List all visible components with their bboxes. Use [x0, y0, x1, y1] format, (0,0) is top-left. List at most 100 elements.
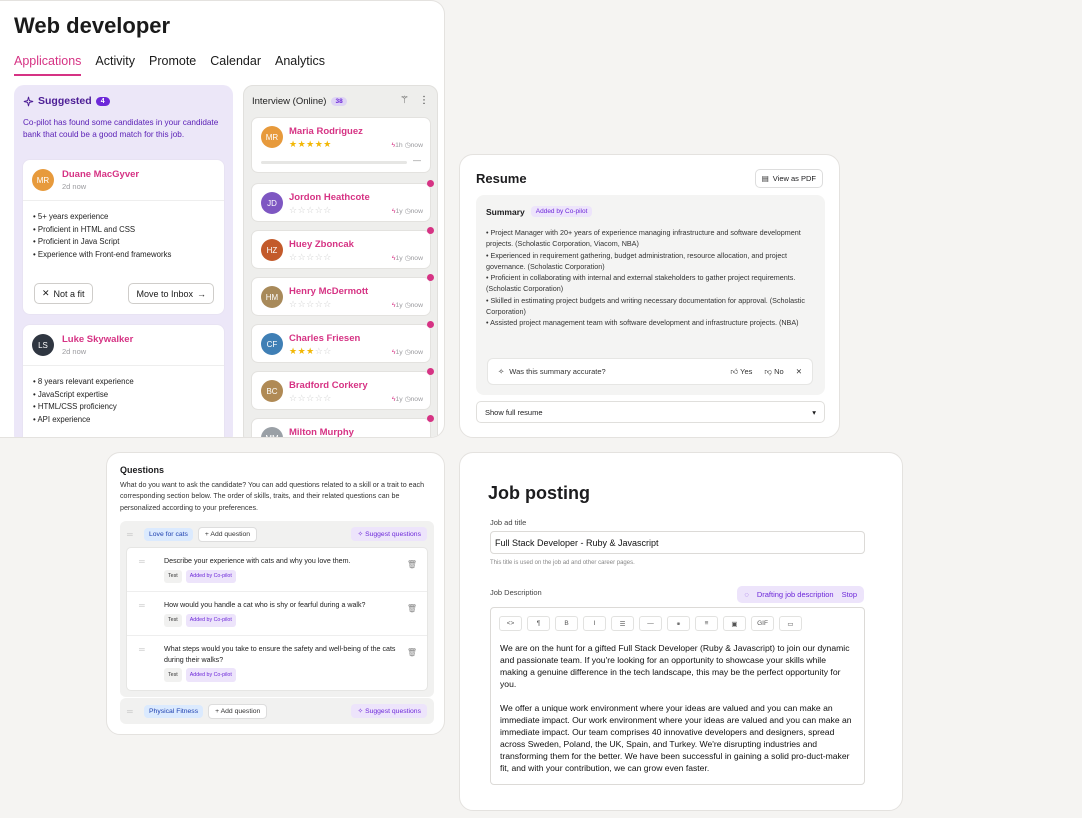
close-icon[interactable]: ✕ — [796, 367, 802, 377]
tab-activity[interactable]: Activity — [95, 54, 135, 76]
star-rating[interactable]: ★★★★★ — [289, 139, 332, 150]
gif-button[interactable]: GIF — [751, 616, 774, 631]
tab-analytics[interactable]: Analytics — [275, 54, 325, 76]
candidate-highlights: • 5+ years experience • Proficient in HT… — [23, 201, 224, 261]
code-button[interactable]: <> — [499, 616, 522, 631]
candidate-name[interactable]: Maria Rodriguez — [289, 126, 363, 137]
suggest-label: Suggest questions — [365, 708, 421, 715]
list-item: • 5+ years experience — [33, 212, 109, 221]
trait-tag: Test — [164, 613, 182, 627]
star-rating[interactable]: ☆☆☆☆☆ — [289, 205, 332, 216]
question-item[interactable]: ═ How would you handle a cat who is shy … — [127, 592, 427, 636]
avatar: MR — [32, 169, 54, 191]
suggest-questions-button[interactable]: ✧ Suggest questions — [351, 704, 427, 718]
no-label: No — [774, 366, 784, 376]
magic-wand-icon[interactable]: ⚚ — [400, 95, 409, 106]
star-rating[interactable]: ☆☆☆☆☆ — [289, 299, 332, 310]
timestamp: ϟ1y ◷now — [391, 349, 423, 356]
interview-candidate-card[interactable]: HZ Huey Zboncak ☆☆☆☆☆ ϟ1y ◷now — [251, 227, 434, 269]
star-rating[interactable]: ★★★☆☆ — [289, 346, 332, 357]
candidate-card[interactable]: MR Duane MacGyver 2d now • 5+ years expe… — [22, 159, 225, 315]
candidate-card[interactable]: LS Luke Skywalker 2d now • 8 years relev… — [22, 324, 225, 437]
trash-icon[interactable]: 🗑︎ — [407, 648, 417, 659]
interview-candidate-card[interactable]: JD Jordon Heathcote ☆☆☆☆☆ ϟ1y ◷now — [251, 180, 434, 222]
stars-empty: ☆☆ — [314, 346, 332, 356]
italic-button[interactable]: I — [583, 616, 606, 631]
suggested-header: Suggested 4 — [23, 95, 110, 107]
add-question-button[interactable]: + Add question — [197, 526, 258, 542]
candidate-name[interactable]: Henry McDermott — [289, 286, 368, 297]
candidate-highlights: • 8 years relevant experience • JavaScri… — [23, 366, 224, 426]
candidate-name[interactable]: Charles Friesen — [289, 333, 360, 344]
job-ad-title-input[interactable]: Full Stack Developer - Ruby & Javascript — [490, 531, 865, 554]
interview-candidate-card[interactable]: BC Bradford Corkery ☆☆☆☆☆ ϟ1y ◷now — [251, 368, 434, 410]
thumbs-down-button[interactable]: 👎︎ No — [764, 367, 783, 377]
updated-time: now — [410, 208, 423, 215]
drag-handle-icon[interactable]: ═ — [127, 707, 139, 716]
question-text: What steps would you take to ensure the … — [164, 645, 396, 664]
job-ad-title-label: Job ad title — [490, 518, 527, 527]
add-question-button[interactable]: + Add question — [208, 703, 268, 719]
suggested-description: Co-pilot has found some candidates in yo… — [23, 118, 219, 139]
list-item: • API experience — [33, 414, 91, 424]
avatar: LS — [32, 334, 54, 356]
not-a-fit-button[interactable]: ✕ Not a fit — [34, 283, 93, 304]
job-description-label: Job Description — [490, 588, 542, 597]
trash-icon[interactable]: 🗑︎ — [407, 604, 417, 615]
interview-candidate-card[interactable]: MR Maria Rodriguez ★★★★★ ϟ1h ◷now — — [251, 117, 431, 173]
drag-handle-icon[interactable]: ═ — [139, 645, 151, 656]
bold-button[interactable]: B — [555, 616, 578, 631]
drag-handle-icon[interactable]: ═ — [127, 530, 139, 539]
interview-candidate-card[interactable]: CF Charles Friesen ★★★☆☆ ϟ1y ◷now — [251, 321, 434, 363]
copilot-tag: Added by Co-pilot — [530, 206, 593, 217]
tab-promote[interactable]: Promote — [149, 54, 196, 76]
view-as-pdf-button[interactable]: ▤ View as PDF — [754, 169, 823, 188]
tab-applications[interactable]: Applications — [14, 54, 82, 76]
question-text: How would you handle a cat who is shy or… — [164, 601, 366, 609]
question-item[interactable]: ═ What steps would you take to ensure th… — [127, 636, 427, 690]
stars-empty: ☆☆☆☆☆ — [289, 205, 332, 215]
candidate-name[interactable]: Bradford Corkery — [289, 380, 368, 391]
more-options-icon[interactable]: ⋮ — [419, 95, 429, 106]
job-description-editor[interactable]: <> ¶ B I ☰ — ⚭ ≡ ▣ GIF ▭ We are on the h… — [490, 607, 865, 785]
list-button[interactable]: ☰ — [611, 616, 634, 631]
questions-description: What do you want to ask the candidate? Y… — [120, 481, 425, 512]
avatar: HZ — [261, 239, 283, 261]
updated-time: now — [410, 302, 423, 309]
paragraph: We offer a unique work environment where… — [500, 703, 852, 773]
yes-label: Yes — [740, 366, 753, 376]
drag-handle-icon[interactable]: ═ — [139, 557, 151, 568]
image-button[interactable]: ▣ — [723, 616, 746, 631]
paragraph: We are on the hunt for a gifted Full Sta… — [500, 643, 850, 689]
editor-content: We are on the hunt for a gifted Full Sta… — [491, 639, 864, 789]
interview-candidate-card[interactable]: MM Milton Murphy — [251, 415, 434, 437]
suggested-count-badge: 4 — [95, 96, 110, 106]
tab-calendar[interactable]: Calendar — [210, 54, 261, 76]
star-rating[interactable]: ☆☆☆☆☆ — [289, 252, 332, 263]
suggest-label: Suggest questions — [365, 531, 421, 538]
thumbs-up-button[interactable]: 👍︎ Yes — [730, 367, 752, 377]
candidate-name[interactable]: Huey Zboncak — [289, 239, 354, 250]
paragraph-button[interactable]: ¶ — [527, 616, 550, 631]
candidate-name[interactable]: Jordon Heathcote — [289, 192, 370, 203]
divider-button[interactable]: — — [639, 616, 662, 631]
copilot-tag: Added by Co-pilot — [185, 613, 236, 627]
align-button[interactable]: ≡ — [695, 616, 718, 631]
candidate-name[interactable]: Luke Skywalker — [62, 334, 133, 345]
stars-empty: ☆☆☆☆☆ — [289, 252, 332, 262]
candidate-name[interactable]: Milton Murphy — [289, 427, 354, 437]
trash-icon[interactable]: 🗑︎ — [407, 560, 417, 571]
link-button[interactable]: ⚭ — [667, 616, 690, 631]
show-full-resume-toggle[interactable]: Show full resume ▾ — [476, 401, 825, 423]
question-item[interactable]: ═ Describe your experience with cats and… — [127, 548, 427, 592]
unread-dot — [427, 227, 434, 234]
interview-candidate-card[interactable]: HM Henry McDermott ☆☆☆☆☆ ϟ1y ◷now — [251, 274, 434, 316]
candidate-name[interactable]: Duane MacGyver — [62, 169, 139, 180]
video-button[interactable]: ▭ — [779, 616, 802, 631]
suggest-questions-button[interactable]: ✧ Suggest questions — [351, 527, 427, 541]
star-rating[interactable]: ☆☆☆☆☆ — [289, 393, 332, 404]
drag-handle-icon[interactable]: ═ — [139, 601, 151, 612]
unread-dot — [427, 368, 434, 375]
move-to-inbox-button[interactable]: Move to Inbox → — [128, 283, 214, 304]
stop-button[interactable]: Stop — [842, 590, 857, 599]
